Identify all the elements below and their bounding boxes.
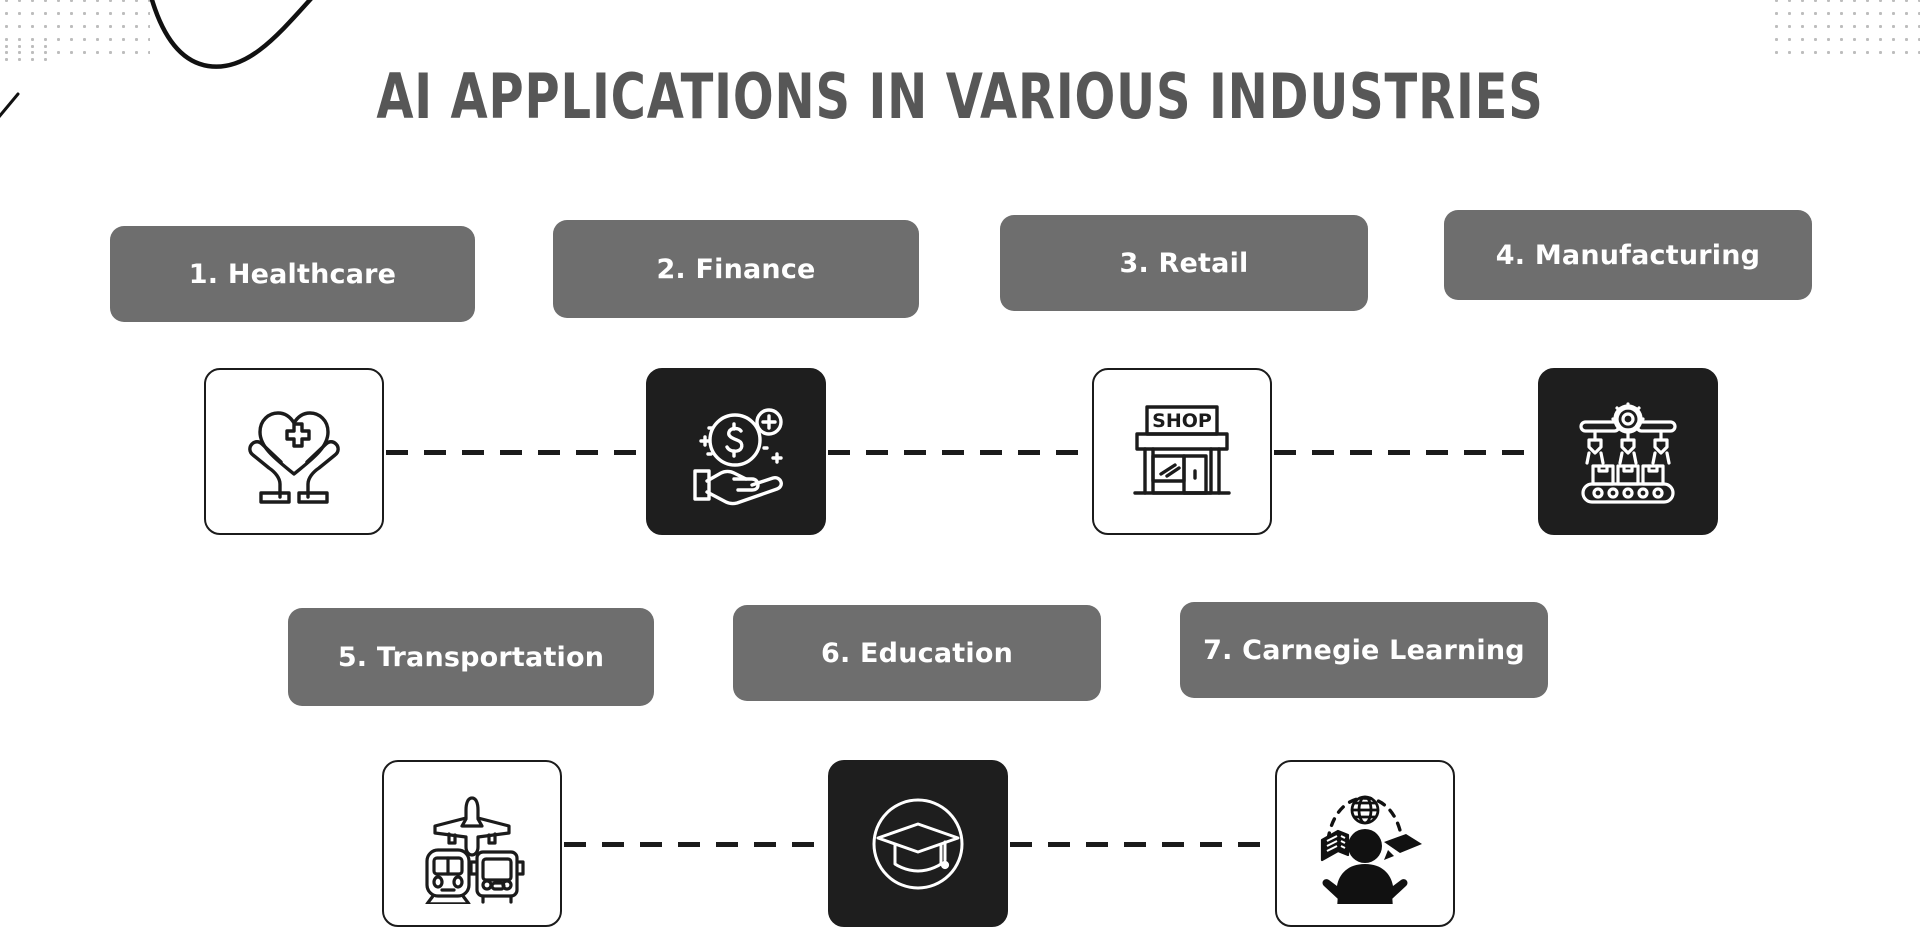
label-pill-healthcare-text: 1. Healthcare bbox=[188, 258, 397, 290]
connector-transportation-education bbox=[564, 842, 830, 847]
icon-tile-retail[interactable]: SHOP bbox=[1092, 368, 1272, 535]
robotic-arms-conveyor-icon bbox=[1579, 401, 1677, 504]
connector-education-carnegie bbox=[1010, 842, 1276, 847]
infographic-poster: AI APPLICATIONS IN VARIOUS INDUSTRIES 1.… bbox=[0, 0, 1920, 935]
dot-grid-top-left-secondary-icon bbox=[0, 40, 56, 70]
label-pill-finance[interactable]: 2. Finance bbox=[553, 220, 919, 318]
label-pill-finance-text: 2. Finance bbox=[656, 253, 816, 285]
plane-train-bus-icon bbox=[425, 795, 525, 904]
label-pill-manufacturing[interactable]: 4. Manufacturing bbox=[1444, 210, 1812, 300]
dot-grid-top-right-icon bbox=[1770, 0, 1920, 56]
icon-tile-carnegie-learning[interactable] bbox=[1275, 760, 1455, 927]
corner-tick-decoration-icon bbox=[0, 92, 20, 118]
label-pill-retail[interactable]: 3. Retail bbox=[1000, 215, 1368, 311]
shop-sign-text: SHOP bbox=[1152, 410, 1212, 432]
label-pill-transportation[interactable]: 5. Transportation bbox=[288, 608, 654, 706]
icon-tile-healthcare[interactable] bbox=[204, 368, 384, 535]
label-pill-education-text: 6. Education bbox=[821, 637, 1013, 669]
icon-tile-transportation[interactable] bbox=[382, 760, 562, 927]
icon-tile-education[interactable] bbox=[828, 760, 1008, 927]
connector-healthcare-finance bbox=[386, 450, 648, 455]
icon-tile-manufacturing[interactable] bbox=[1538, 368, 1718, 535]
label-pill-manufacturing-text: 4. Manufacturing bbox=[1495, 239, 1761, 271]
hand-holding-dollar-coin-icon bbox=[693, 407, 783, 505]
label-pill-education[interactable]: 6. Education bbox=[733, 605, 1101, 701]
label-pill-transportation-text: 5. Transportation bbox=[337, 641, 605, 673]
connector-finance-retail bbox=[828, 450, 1094, 455]
label-pill-healthcare[interactable]: 1. Healthcare bbox=[110, 226, 475, 322]
graduation-cap-circle-icon bbox=[872, 798, 964, 889]
icon-tile-finance[interactable] bbox=[646, 368, 826, 535]
page-title: AI APPLICATIONS IN VARIOUS INDUSTRIES bbox=[376, 60, 1544, 133]
label-pill-carnegie-learning[interactable]: 7. Carnegie Learning bbox=[1180, 602, 1548, 698]
label-pill-carnegie-learning-text: 7. Carnegie Learning bbox=[1203, 634, 1525, 666]
connector-retail-manufacturing bbox=[1274, 450, 1538, 455]
label-pill-retail-text: 3. Retail bbox=[1119, 247, 1249, 279]
shop-storefront-icon: SHOP bbox=[1133, 404, 1231, 495]
hands-holding-heart-icon bbox=[248, 410, 340, 504]
person-globe-book-cap-icon bbox=[1320, 795, 1422, 904]
